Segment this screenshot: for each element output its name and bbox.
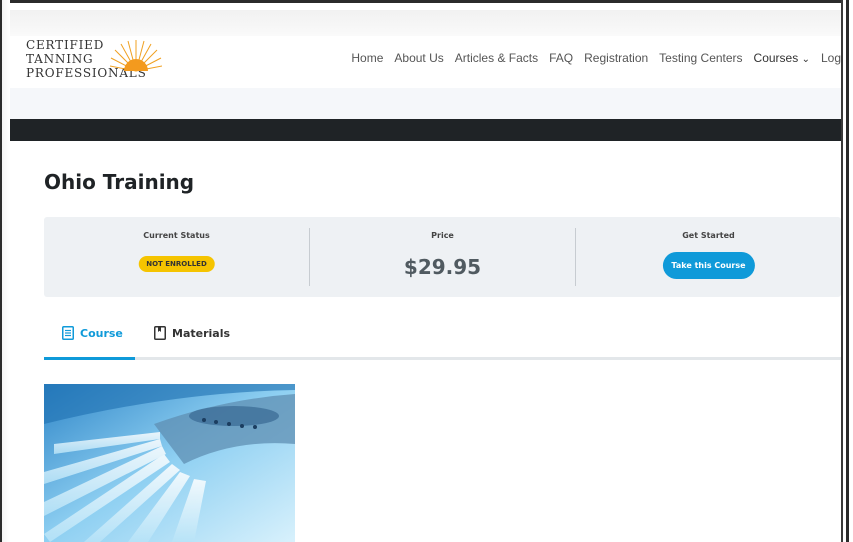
window-left-edge [0,0,10,542]
take-course-button[interactable]: Take this Course [662,252,755,279]
window-top-edge [0,0,853,10]
main-nav: Home About Us Articles & Facts FAQ Regis… [340,51,841,65]
tanning-bed-image [44,384,295,542]
document-icon [62,326,74,340]
nav-registration[interactable]: Registration [584,51,648,65]
chevron-down-icon: ⌄ [801,54,810,65]
tab-course[interactable]: Course [62,326,123,340]
bookmark-icon [154,326,166,340]
site-logo[interactable]: CERTIFIED TANNING PROFESSIONALS [26,38,162,80]
status-badge: NOT ENROLLED [138,256,215,272]
price-label: Price [431,231,454,240]
price-column: Price $29.95 [310,217,575,297]
nav-about-us[interactable]: About Us [394,51,443,65]
course-image [44,384,295,542]
page-title: Ohio Training [44,170,195,194]
tab-materials[interactable]: Materials [154,326,230,340]
tabs-underline [44,357,841,360]
site-header: CERTIFIED TANNING PROFESSIONALS Home Abo… [10,36,841,88]
dark-banner [10,119,841,141]
price-value: $29.95 [403,255,482,279]
window-scrollbar[interactable] [841,0,853,542]
nav-login[interactable]: Log [821,51,841,65]
tab-course-label: Course [80,326,123,340]
current-status-label: Current Status [143,231,210,240]
active-tab-indicator [44,357,135,360]
nav-testing-centers[interactable]: Testing Centers [659,51,742,65]
nav-courses-label: Courses [753,51,799,65]
top-bar [10,10,841,36]
nav-courses[interactable]: Courses ⌄ [754,51,810,65]
course-status-panel: Current Status NOT ENROLLED Price $29.95… [44,217,841,297]
tab-materials-label: Materials [172,326,231,340]
course-tabs: Course Materials [44,320,841,360]
sun-logo-icon [110,40,162,72]
header-spacer [10,88,841,119]
nav-faq[interactable]: FAQ [549,51,573,65]
get-started-label: Get Started [682,231,735,240]
current-status-column: Current Status NOT ENROLLED [44,217,309,297]
nav-articles-facts[interactable]: Articles & Facts [455,51,538,65]
nav-home[interactable]: Home [351,51,383,65]
get-started-column: Get Started Take this Course [576,217,841,297]
